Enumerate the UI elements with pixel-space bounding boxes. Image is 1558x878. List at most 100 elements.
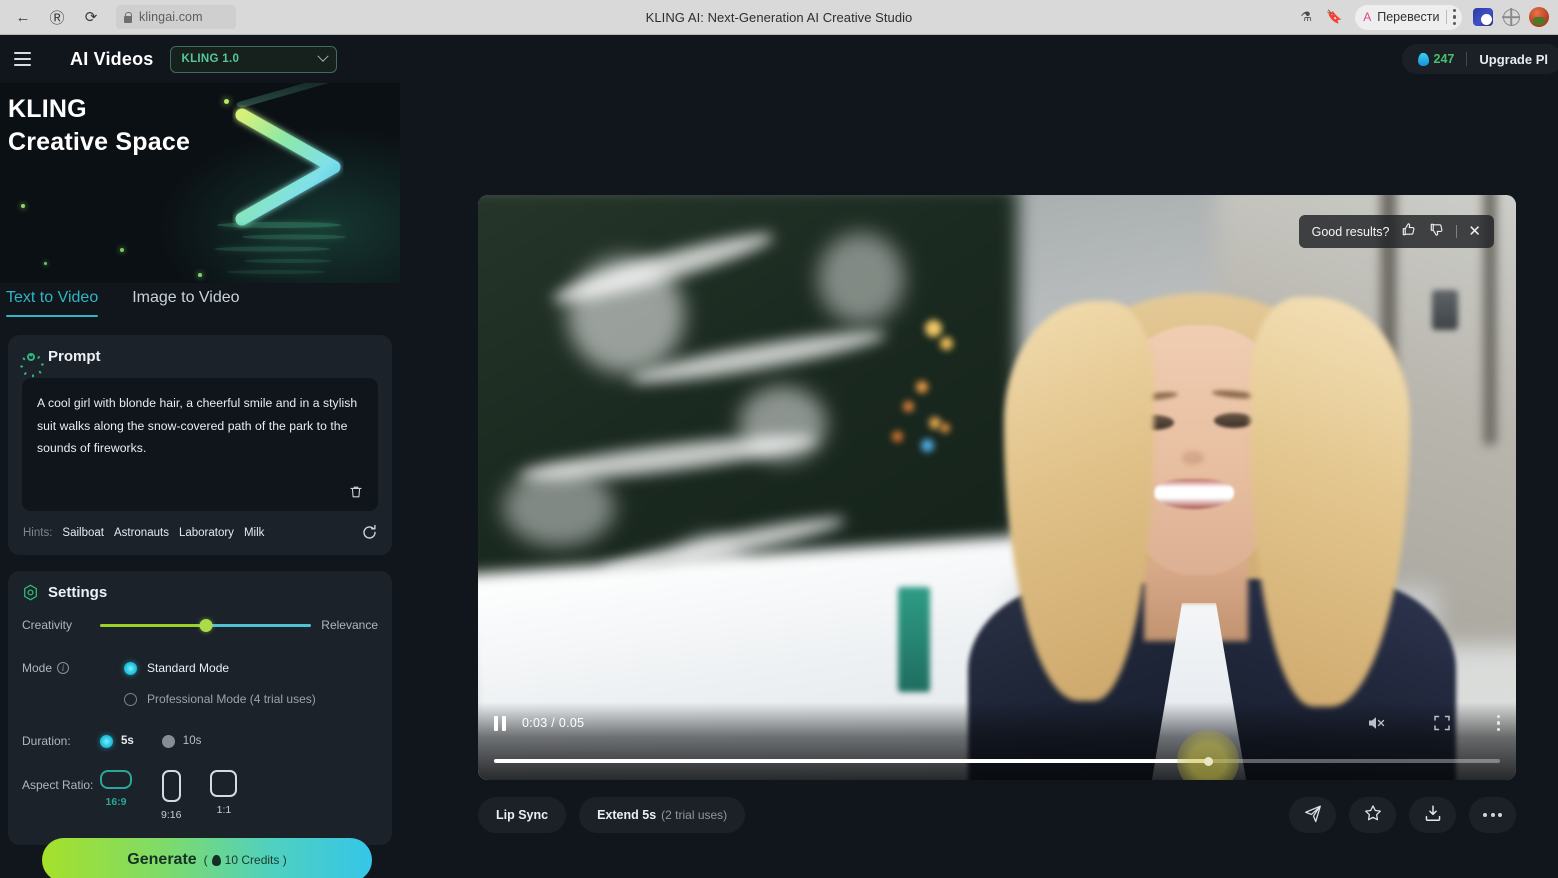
trash-icon[interactable] bbox=[348, 484, 364, 500]
mode-tabs: Text to Video Image to Video bbox=[0, 283, 400, 317]
generate-label: Generate bbox=[127, 851, 197, 868]
aspect-ratio-options: 16:9 9:16 1:1 bbox=[100, 770, 238, 821]
extension-globe-icon[interactable] bbox=[1498, 5, 1524, 29]
translate-icon: A bbox=[1363, 10, 1372, 24]
extend-button[interactable]: Extend 5s (2 trial uses) bbox=[579, 797, 746, 833]
tab-text-to-video[interactable]: Text to Video bbox=[6, 289, 99, 317]
close-icon[interactable]: ✕ bbox=[1468, 224, 1481, 239]
mode-option-label: Professional Mode (4 trial uses) bbox=[147, 692, 316, 706]
settings-panel-title: Settings bbox=[48, 584, 108, 601]
prompt-input[interactable]: A cool girl with blonde hair, a cheerful… bbox=[22, 378, 378, 511]
duration-option-label: 5s bbox=[121, 735, 134, 747]
share-plane-icon bbox=[1303, 803, 1323, 828]
progress-bar[interactable] bbox=[494, 730, 1500, 780]
divider bbox=[1445, 10, 1447, 24]
hint-chip[interactable]: Milk bbox=[244, 527, 264, 539]
player-right-controls bbox=[1365, 712, 1500, 734]
scene-bokeh-light bbox=[921, 439, 934, 452]
duration-row: Duration: 5s 10s bbox=[22, 734, 378, 748]
credits-count: 247 bbox=[1433, 52, 1455, 66]
reload-icon[interactable]: ⟳ bbox=[76, 4, 106, 30]
extension-blue-icon[interactable] bbox=[1470, 5, 1496, 29]
favorite-button[interactable] bbox=[1349, 797, 1396, 833]
flame-icon bbox=[1417, 52, 1429, 66]
feedback-bar: Good results? ✕ bbox=[1298, 215, 1494, 248]
video-action-icons bbox=[1289, 797, 1516, 833]
relevance-label: Relevance bbox=[321, 618, 378, 632]
mode-option-standard[interactable]: Standard Mode bbox=[124, 661, 316, 675]
prompt-text: A cool girl with blonde hair, a cheerful… bbox=[37, 396, 358, 455]
generate-credits: ( 10 Credits ) bbox=[203, 853, 287, 867]
scene-bokeh-light bbox=[940, 337, 953, 350]
hint-chip[interactable]: Sailboat bbox=[62, 527, 104, 539]
radio-icon bbox=[124, 661, 137, 675]
refresh-icon[interactable] bbox=[361, 524, 378, 541]
settings-panel: Settings Creativity Relevance Mode i Sta… bbox=[8, 571, 392, 845]
model-selector[interactable]: KLING 1.0 bbox=[169, 45, 337, 73]
browser-toolbar: ← Ⓡ ⟳ klingai.com KLING AI: Next-Generat… bbox=[0, 0, 1558, 35]
video-player[interactable]: Good results? ✕ 0:03 / 0.05 bbox=[478, 195, 1516, 780]
star-icon bbox=[1363, 803, 1383, 828]
hamburger-menu-icon[interactable] bbox=[10, 46, 36, 72]
chevron-down-icon bbox=[316, 50, 329, 62]
creativity-slider[interactable] bbox=[100, 617, 312, 633]
progress-scrubber[interactable] bbox=[1203, 756, 1213, 766]
scene-bokeh-light bbox=[903, 401, 914, 412]
spark-dot bbox=[21, 204, 25, 208]
slider-thumb[interactable] bbox=[199, 618, 213, 632]
upgrade-plan-button[interactable]: Upgrade Pl bbox=[1479, 52, 1548, 67]
share-button[interactable] bbox=[1289, 797, 1336, 833]
hint-chip[interactable]: Astronauts bbox=[114, 527, 169, 539]
player-controls: 0:03 / 0.05 bbox=[478, 702, 1516, 780]
rect-square-icon bbox=[210, 770, 238, 797]
lip-sync-button[interactable]: Lip Sync bbox=[478, 797, 567, 833]
info-icon[interactable]: i bbox=[57, 662, 70, 674]
address-bar[interactable]: klingai.com bbox=[116, 5, 236, 29]
yandex-icon[interactable]: Ⓡ bbox=[42, 4, 72, 30]
model-name: KLING 1.0 bbox=[181, 53, 240, 65]
bookmark-icon[interactable]: 🔖 bbox=[1321, 5, 1347, 29]
mode-option-professional[interactable]: Professional Mode (4 trial uses) bbox=[124, 692, 316, 706]
url-text: klingai.com bbox=[139, 10, 203, 24]
back-arrow-icon[interactable]: ← bbox=[8, 4, 38, 30]
generate-credits-text: 10 Credits ) bbox=[224, 853, 287, 867]
more-options-button[interactable] bbox=[1469, 797, 1516, 833]
mode-row: Mode i Standard Mode Professional Mode (… bbox=[22, 661, 378, 706]
player-controls-row: 0:03 / 0.05 bbox=[494, 712, 1500, 734]
progress-fill bbox=[494, 759, 1209, 763]
download-button[interactable] bbox=[1409, 797, 1456, 833]
scene-bokeh-light bbox=[892, 431, 903, 442]
aspect-option-16-9[interactable]: 16:9 bbox=[100, 770, 132, 821]
mode-option-label: Standard Mode bbox=[147, 661, 230, 675]
kebab-menu-icon[interactable] bbox=[1496, 714, 1500, 732]
generate-button[interactable]: Generate ( 10 Credits ) bbox=[42, 838, 372, 878]
thumbs-up-icon[interactable] bbox=[1400, 221, 1417, 243]
progress-hover-highlight bbox=[1177, 730, 1240, 780]
spark-dot bbox=[44, 262, 47, 265]
pause-icon[interactable] bbox=[494, 715, 506, 731]
prompt-hints: Hints: Sailboat Astronauts Laboratory Mi… bbox=[22, 524, 378, 541]
video-frame bbox=[478, 195, 1516, 780]
credits-display[interactable]: 247 bbox=[1417, 52, 1455, 66]
sun-icon bbox=[19, 348, 44, 377]
aspect-option-1-1[interactable]: 1:1 bbox=[210, 770, 238, 821]
subject-eye bbox=[1214, 413, 1254, 428]
fullscreen-icon[interactable] bbox=[1431, 712, 1453, 734]
subject-mouth bbox=[1154, 479, 1234, 509]
header-right: 247 Upgrade Pl bbox=[1401, 44, 1558, 74]
prompt-panel-header: Prompt bbox=[19, 348, 378, 377]
translate-button[interactable]: A Перевести bbox=[1355, 4, 1462, 30]
profile-avatar-icon[interactable] bbox=[1526, 5, 1552, 29]
tab-image-to-video[interactable]: Image to Video bbox=[132, 289, 239, 317]
volume-muted-icon[interactable] bbox=[1365, 712, 1387, 734]
left-panel: KLING Creative Space Text to Video Image… bbox=[0, 83, 400, 878]
duration-option-5s[interactable]: 5s bbox=[100, 734, 134, 748]
extend-sub-label: (2 trial uses) bbox=[661, 808, 728, 822]
hint-chip[interactable]: Laboratory bbox=[179, 527, 234, 539]
spark-dot bbox=[224, 99, 229, 104]
kebab-menu-icon[interactable] bbox=[1452, 8, 1456, 26]
duration-option-10s[interactable]: 10s bbox=[161, 734, 201, 748]
reader-icon[interactable]: ⚗ bbox=[1293, 5, 1319, 29]
thumbs-down-icon[interactable] bbox=[1428, 221, 1445, 243]
aspect-option-9-16[interactable]: 9:16 bbox=[161, 770, 181, 821]
